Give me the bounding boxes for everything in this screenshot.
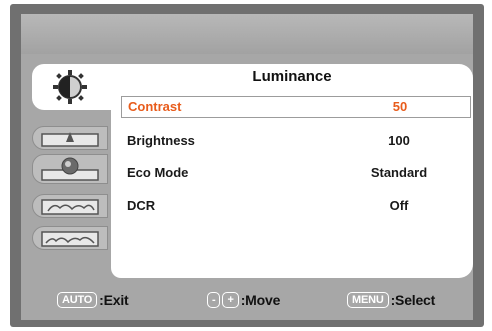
menu-item-label: Brightness xyxy=(127,133,195,148)
sidebar-item-misc-setting[interactable] xyxy=(32,226,108,250)
move-hint[interactable]: - + :Move xyxy=(207,291,280,309)
image-setup-icon xyxy=(37,127,103,149)
auto-key[interactable]: AUTO xyxy=(57,292,98,308)
exit-label: :Exit xyxy=(99,292,129,308)
menu-item-label: DCR xyxy=(127,198,156,213)
luminance-panel: Luminance Contrast 50 Brightness 100 Eco… xyxy=(111,64,473,278)
menu-item-value: 100 xyxy=(388,133,410,148)
menu-item-contrast[interactable]: Contrast 50 xyxy=(121,96,471,118)
misc-setting-icon xyxy=(37,227,103,249)
select-label: :Select xyxy=(390,292,436,308)
osd-footer: AUTO :Exit - + :Move MENU :Select xyxy=(21,284,473,316)
menu-item-value: Off xyxy=(389,198,409,213)
menu-item-value: Standard xyxy=(370,165,428,180)
panel-title: Luminance xyxy=(252,68,332,85)
menu-item-value: 50 xyxy=(392,99,408,114)
image-setting-icon xyxy=(37,195,103,217)
move-label: :Move xyxy=(240,292,281,308)
menu-item-brightness[interactable]: Brightness 100 xyxy=(121,131,469,151)
color-temp-icon xyxy=(37,155,103,183)
sidebar-item-image-setting[interactable] xyxy=(32,194,108,218)
sidebar-item-image-setup[interactable] xyxy=(32,126,108,150)
sidebar-item-color-temp[interactable] xyxy=(32,154,108,184)
select-hint[interactable]: MENU :Select xyxy=(347,291,435,309)
menu-item-label: Contrast xyxy=(128,99,182,114)
minus-key[interactable]: - xyxy=(207,292,221,308)
menu-key[interactable]: MENU xyxy=(347,292,389,308)
plus-key[interactable]: + xyxy=(222,292,239,308)
luminance-icon xyxy=(40,69,100,105)
menu-item-eco-mode[interactable]: Eco Mode Standard xyxy=(121,163,469,183)
sidebar-item-luminance[interactable] xyxy=(32,64,122,110)
menu-item-label: Eco Mode xyxy=(127,165,189,180)
menu-item-dcr[interactable]: DCR Off xyxy=(121,196,469,216)
exit-hint[interactable]: AUTO :Exit xyxy=(57,291,129,309)
osd-header-band xyxy=(21,14,473,54)
